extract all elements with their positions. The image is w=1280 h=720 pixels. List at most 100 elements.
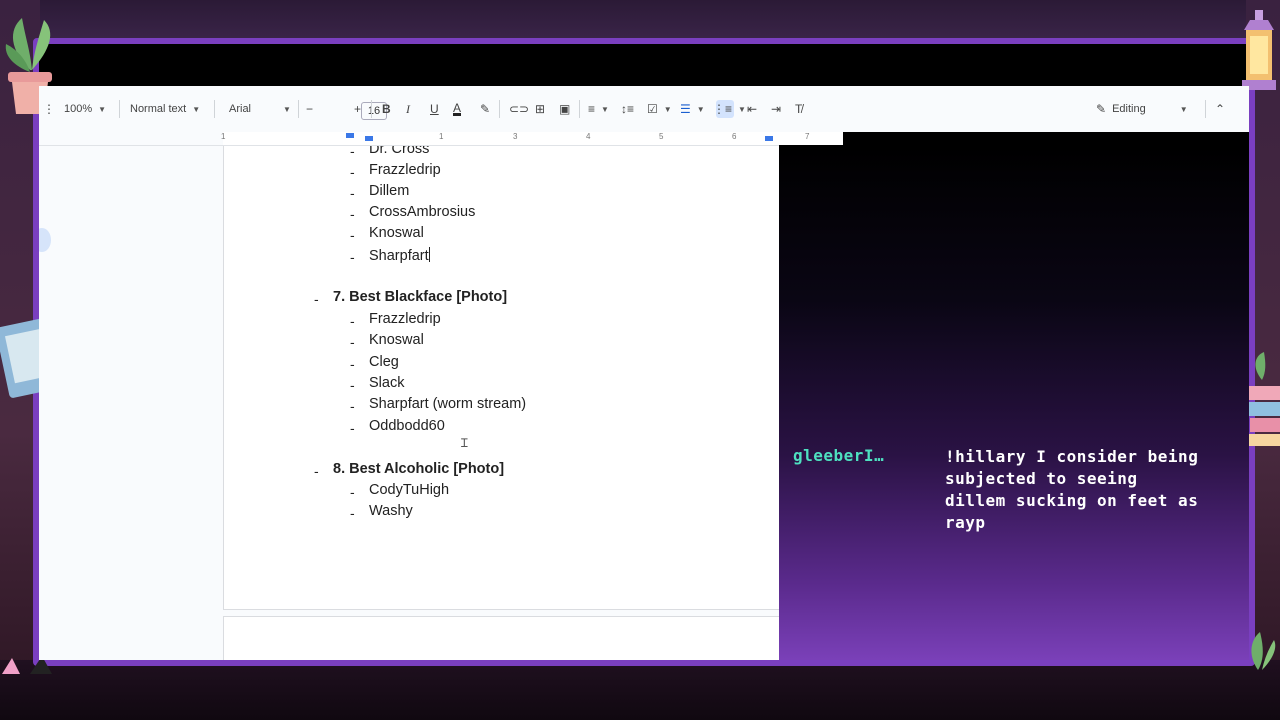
list-dash: - <box>350 334 355 350</box>
ruler-number: 7 <box>805 132 810 141</box>
chevron-down-icon: ▼ <box>601 104 609 114</box>
line-spacing-icon[interactable]: ↕≡ <box>621 102 634 116</box>
bold-icon[interactable]: B <box>382 102 391 116</box>
chevron-down-icon: ▼ <box>696 104 705 114</box>
list-dash: - <box>350 398 355 414</box>
zoom-select[interactable]: 100% ▼ <box>64 102 106 116</box>
list-item: Oddbodd60 <box>369 418 445 434</box>
list-item: Frazzledrip <box>369 311 441 327</box>
numbered-list-icon[interactable]: ⋮≡ ▼ <box>713 102 746 116</box>
editing-mode-select[interactable]: ✎ Editing ▼ <box>1096 102 1188 116</box>
overlay-bottom-border <box>0 660 1280 720</box>
comment-icon[interactable]: ⊞ <box>535 102 545 116</box>
style-select[interactable]: Normal text ▼ <box>130 102 200 116</box>
list-dash: - <box>350 484 355 500</box>
heading-dash: - <box>314 463 319 479</box>
stream-chat-overlay: gleeberI… !hillary I consider being subj… <box>779 146 1249 660</box>
list-item: Frazzledrip <box>369 162 441 178</box>
underline-icon[interactable]: U <box>430 102 439 116</box>
toolbar-divider <box>579 100 580 118</box>
text-cursor <box>428 247 430 262</box>
ruler-number: 6 <box>732 132 737 141</box>
list-item: Slack <box>369 375 405 391</box>
link-icon[interactable]: ⊂⊃ <box>509 102 529 116</box>
books-icon <box>1244 352 1280 446</box>
document-page-2[interactable] <box>223 616 779 660</box>
decrease-font-size-button[interactable]: − <box>306 102 313 116</box>
editing-mode-label: Editing <box>1112 103 1146 115</box>
font-value: Arial <box>229 103 252 115</box>
decrease-indent-icon[interactable]: ⇤ <box>747 102 757 116</box>
image-icon[interactable]: ▣ <box>559 102 570 116</box>
mouse-ibeam-icon: Ɪ <box>461 436 468 450</box>
list-item: Knoswal <box>369 332 424 348</box>
ruler-number: 1 <box>221 132 226 141</box>
list-item-editing: Sharpfart <box>369 247 430 264</box>
pencil-icon: ✎ <box>1096 102 1107 116</box>
section-7-heading: 7. Best Blackface [Photo] <box>333 289 508 305</box>
list-dash: - <box>350 313 355 329</box>
left-indent-marker[interactable] <box>365 136 373 141</box>
toolbar-divider <box>1205 100 1206 118</box>
browser-top-bar <box>39 44 1249 86</box>
overlay-top-border <box>0 0 1280 40</box>
collapse-toolbar-icon[interactable]: ⌃ <box>1215 102 1225 116</box>
list-dash: - <box>350 377 355 393</box>
list-item: Dillem <box>369 183 410 199</box>
ruler-page-area <box>223 132 843 145</box>
chevron-down-icon: ▼ <box>283 104 291 114</box>
chat-message: !hillary I consider being subjected to s… <box>945 447 1199 532</box>
chevron-down-icon: ▼ <box>1179 104 1188 114</box>
list-dash: - <box>350 227 355 243</box>
first-line-indent-marker[interactable] <box>346 133 354 138</box>
list-dash: - <box>350 356 355 372</box>
ruler-number: 4 <box>586 132 591 141</box>
list-item: Sharpfart (worm stream) <box>369 396 527 412</box>
toolbar-divider <box>214 100 215 118</box>
menu-icon[interactable]: ⋮ <box>43 102 55 116</box>
toolbar-divider <box>499 100 500 118</box>
align-icon[interactable]: ≡ ▼ <box>588 102 609 116</box>
italic-icon[interactable]: I <box>406 102 410 116</box>
clear-formatting-icon[interactable]: T̸ <box>795 102 802 116</box>
list-item: Cleg <box>369 354 399 370</box>
toolbar-divider <box>298 100 299 118</box>
list-dash: - <box>350 185 355 201</box>
toolbar-divider <box>371 100 372 118</box>
list-item-text: Sharpfart <box>369 248 429 264</box>
increase-indent-icon[interactable]: ⇥ <box>771 102 781 116</box>
section-8-heading: 8. Best Alcoholic [Photo] <box>333 461 505 477</box>
increase-font-size-button[interactable]: + <box>354 102 361 116</box>
document-page[interactable]: - Dr. Cross - Frazzledrip - Dillem - Cro… <box>223 146 779 610</box>
bulleted-list-icon[interactable]: ☰ ▼ <box>680 102 705 116</box>
ruler[interactable]: 1 1 3 4 5 6 7 <box>39 132 843 146</box>
list-item: CodyTuHigh <box>369 482 450 498</box>
font-select[interactable]: Arial ▼ <box>229 102 291 116</box>
heading-dash: - <box>314 291 319 307</box>
chevron-down-icon: ▼ <box>192 104 201 114</box>
side-panel-tab[interactable] <box>39 228 51 252</box>
list-dash: - <box>350 164 355 180</box>
list-dash: - <box>350 505 355 521</box>
ruler-number: 1 <box>439 132 444 141</box>
list-dash: - <box>350 249 355 265</box>
highlight-icon[interactable]: ✎ <box>480 102 490 116</box>
ruler-number: 3 <box>513 132 518 141</box>
text-color-icon[interactable]: A <box>453 101 462 116</box>
list-item: Washy <box>369 503 413 519</box>
chevron-down-icon: ▼ <box>738 104 746 114</box>
list-item: Dr. Cross <box>369 146 430 157</box>
chat-username: gleeberI… <box>793 446 885 465</box>
list-dash: - <box>350 146 355 159</box>
toolbar-divider <box>119 100 120 118</box>
docs-toolbar: ⋮ 100% ▼ Normal text ▼ Arial ▼ − 16 + B I U… <box>39 86 1249 132</box>
checklist-icon[interactable]: ☑ ▼ <box>647 102 672 116</box>
right-indent-marker[interactable] <box>765 136 773 141</box>
style-value: Normal text <box>130 103 187 115</box>
list-dash: - <box>350 420 355 436</box>
chevron-down-icon: ▼ <box>98 104 107 114</box>
list-item: Knoswal <box>369 225 424 241</box>
document-canvas[interactable]: - Dr. Cross - Frazzledrip - Dillem - Cro… <box>39 146 779 660</box>
ruler-number: 5 <box>659 132 664 141</box>
chevron-down-icon: ▼ <box>663 104 672 114</box>
